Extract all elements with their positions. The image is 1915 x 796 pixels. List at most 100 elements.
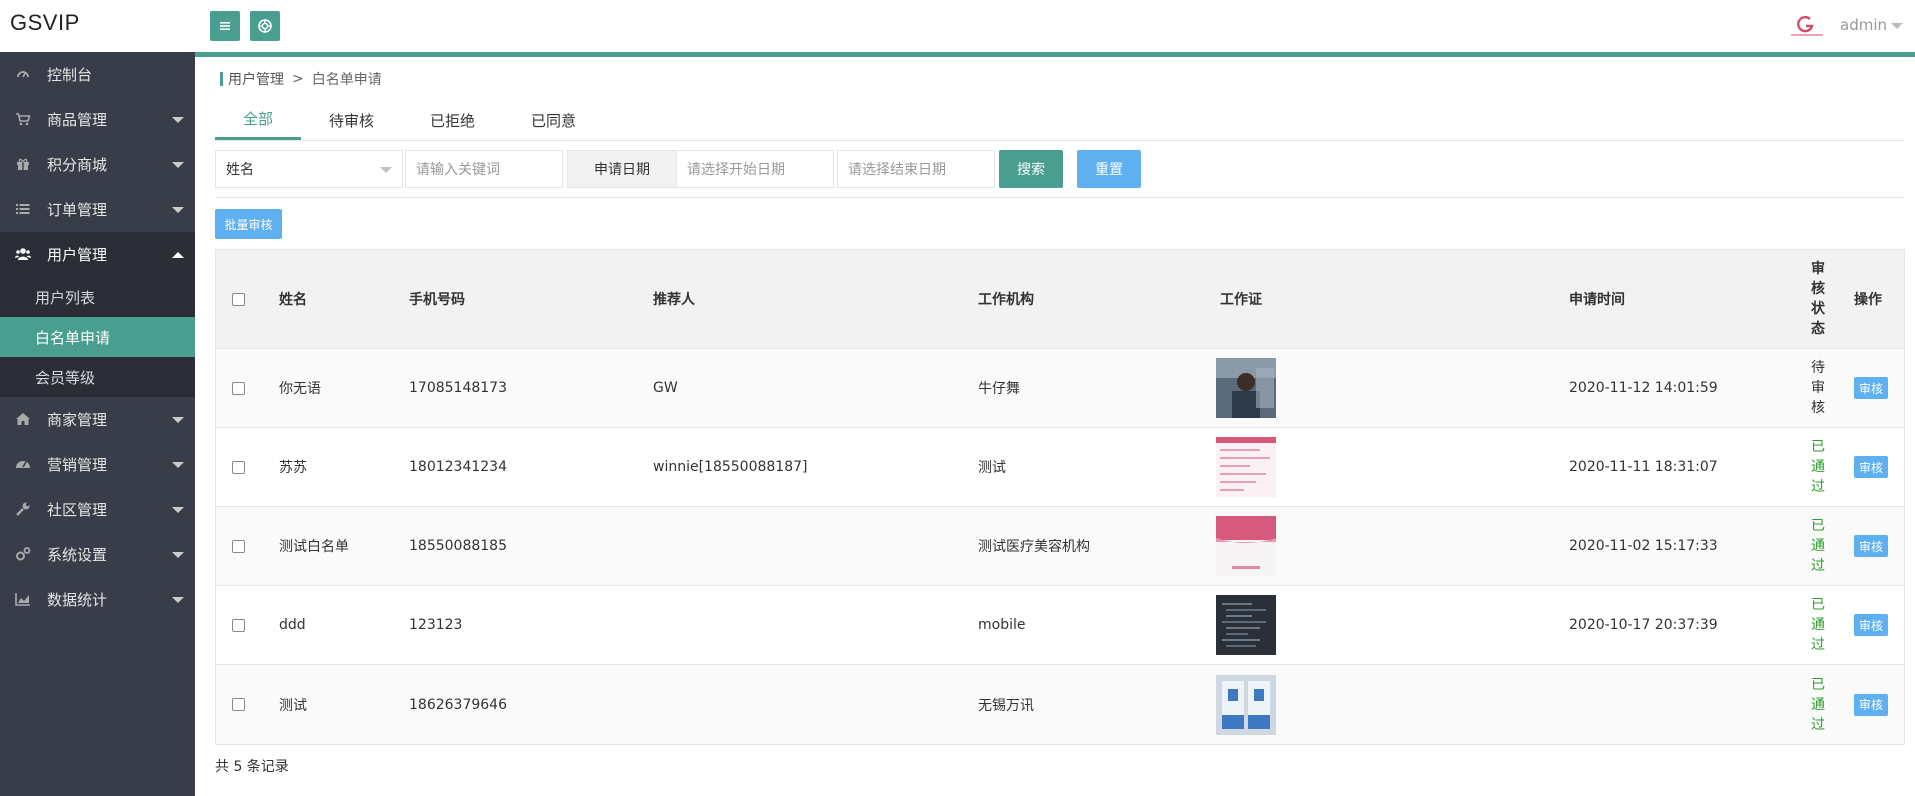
col-badge: 工作证	[1220, 292, 1262, 308]
tab-approved[interactable]: 已同意	[503, 100, 604, 140]
cell-org: 测试	[978, 460, 1006, 476]
audit-button[interactable]: 审核	[1854, 614, 1888, 636]
end-date-input[interactable]: 请选择结束日期	[837, 150, 995, 188]
breadcrumb-separator: >	[292, 71, 304, 87]
breadcrumb-parent[interactable]: 用户管理	[228, 69, 284, 89]
caret-down-icon	[172, 162, 184, 168]
user-menu[interactable]: admin	[1840, 16, 1887, 34]
whitelist-table: 姓名 手机号码 推荐人 工作机构 工作证 申请时间 审核状态 操作 你无语 17…	[215, 249, 1905, 745]
cell-status: 待审核	[1810, 349, 1826, 427]
main-content: 用户管理 > 白名单申请 全部 待审核 已拒绝 已同意 姓名 请输入关键词 申请…	[195, 57, 1915, 796]
tab-pending[interactable]: 待审核	[301, 100, 402, 140]
sidebar-item-merchants[interactable]: 商家管理	[0, 397, 195, 442]
menu-toggle-button[interactable]	[210, 11, 240, 41]
sidebar-subitem-member-level[interactable]: 会员等级	[0, 357, 195, 397]
users-icon	[15, 248, 31, 260]
col-name: 姓名	[279, 292, 307, 308]
cell-org: mobile	[978, 617, 1026, 633]
row-checkbox[interactable]	[232, 618, 245, 632]
audit-button[interactable]: 审核	[1854, 535, 1888, 557]
caret-down-icon	[172, 417, 184, 423]
sidebar-item-settings[interactable]: 系统设置	[0, 532, 195, 577]
breadcrumb-marker	[220, 72, 223, 86]
badge-thumbnail[interactable]	[1216, 595, 1276, 655]
batch-audit-button[interactable]: 批量审核	[215, 209, 282, 239]
row-checkbox[interactable]	[232, 381, 245, 395]
sidebar-item-orders[interactable]: 订单管理	[0, 187, 195, 232]
cell-org: 牛仔舞	[978, 381, 1020, 397]
caret-down-icon	[172, 597, 184, 603]
divider	[215, 140, 1905, 141]
lifebuoy-icon	[258, 19, 272, 33]
sidebar-subitem-user-list[interactable]: 用户列表	[0, 277, 195, 317]
start-date-input[interactable]: 请选择开始日期	[676, 150, 834, 188]
audit-button[interactable]: 审核	[1854, 693, 1888, 716]
audit-button[interactable]: 审核	[1854, 377, 1888, 399]
globe-button[interactable]	[250, 11, 280, 41]
badge-thumbnail[interactable]	[1216, 437, 1276, 497]
cell-phone: 123123	[409, 617, 463, 633]
badge-thumbnail[interactable]	[1216, 358, 1276, 418]
keyword-input[interactable]: 请输入关键词	[405, 150, 563, 188]
tab-all[interactable]: 全部	[215, 100, 302, 140]
status-text: 已通过	[1811, 518, 1825, 574]
caret-down-icon[interactable]	[1891, 23, 1903, 29]
sidebar-item-products[interactable]: 商品管理	[0, 97, 195, 142]
col-status: 审核状态	[1811, 261, 1825, 337]
cell-badge	[1216, 428, 1276, 506]
table-row: 测试白名单 18550088185 测试医疗美容机构 2020-11-02 15…	[216, 507, 1904, 586]
sidebar-item-marketing[interactable]: 营销管理	[0, 442, 195, 487]
audit-button[interactable]: 审核	[1854, 456, 1888, 478]
sidebar-item-points-mall[interactable]: 积分商城	[0, 142, 195, 187]
cell-badge	[1216, 349, 1276, 427]
cell-name: ddd	[279, 617, 306, 633]
total-records: 共 5 条记录	[215, 759, 289, 775]
cart-icon	[16, 113, 31, 126]
field-select[interactable]: 姓名	[215, 150, 403, 188]
status-text: 已通过	[1811, 597, 1825, 653]
cell-status: 已通过	[1810, 507, 1826, 585]
sidebar-subitem-whitelist[interactable]: 白名单申请	[0, 317, 195, 357]
brand-logo-icon	[1791, 16, 1823, 36]
sidebar-item-dashboard[interactable]: 控制台	[0, 52, 195, 97]
reset-button[interactable]: 重置	[1077, 150, 1141, 188]
sidebar-item-statistics[interactable]: 数据统计	[0, 577, 195, 622]
status-tabs: 全部 待审核 已拒绝 已同意	[215, 100, 604, 140]
badge-thumbnail[interactable]	[1216, 674, 1276, 735]
caret-down-icon	[172, 117, 184, 123]
row-checkbox[interactable]	[232, 460, 245, 474]
select-all-checkbox[interactable]	[232, 292, 245, 306]
cell-badge	[1216, 507, 1276, 585]
status-text: 已通过	[1811, 676, 1825, 733]
row-checkbox-cell	[232, 349, 245, 427]
cell-phone: 18626379646	[409, 696, 507, 713]
sidebar-item-users[interactable]: 用户管理	[0, 232, 195, 277]
cell-action: 审核	[1854, 507, 1888, 585]
sidebar-item-label: 社区管理	[47, 501, 108, 519]
cell-action: 审核	[1854, 586, 1888, 664]
badge-thumbnail[interactable]	[1216, 516, 1276, 576]
breadcrumb: 用户管理 > 白名单申请	[220, 69, 382, 89]
cell-status: 已通过	[1810, 586, 1826, 664]
sidebar-item-label: 用户管理	[47, 246, 108, 264]
dashboard-icon	[17, 71, 29, 78]
sidebar-item-label: 数据统计	[47, 591, 108, 609]
cell-action: 审核	[1854, 428, 1888, 506]
search-button[interactable]: 搜索	[999, 150, 1063, 188]
table-row: 苏苏 18012341234 winnie[18550088187] 测试 20…	[216, 428, 1904, 507]
cell-name: 你无语	[279, 381, 321, 397]
app-logo[interactable]: GSVIP	[10, 10, 80, 36]
col-time: 申请时间	[1569, 292, 1625, 308]
tab-rejected[interactable]: 已拒绝	[402, 100, 503, 140]
cell-name: 测试	[279, 697, 307, 714]
sidebar-item-label: 营销管理	[47, 456, 108, 474]
row-checkbox[interactable]	[232, 698, 245, 711]
col-action: 操作	[1854, 292, 1882, 308]
select-all-checkbox-cell	[232, 250, 245, 348]
row-checkbox[interactable]	[232, 539, 245, 553]
caret-down-icon	[172, 507, 184, 513]
col-org: 工作机构	[978, 292, 1034, 308]
sidebar-item-community[interactable]: 社区管理	[0, 487, 195, 532]
hamburger-icon	[220, 22, 230, 30]
table-row: ddd 123123 mobile 2020-10-17 20:37:39 已通…	[216, 586, 1904, 665]
